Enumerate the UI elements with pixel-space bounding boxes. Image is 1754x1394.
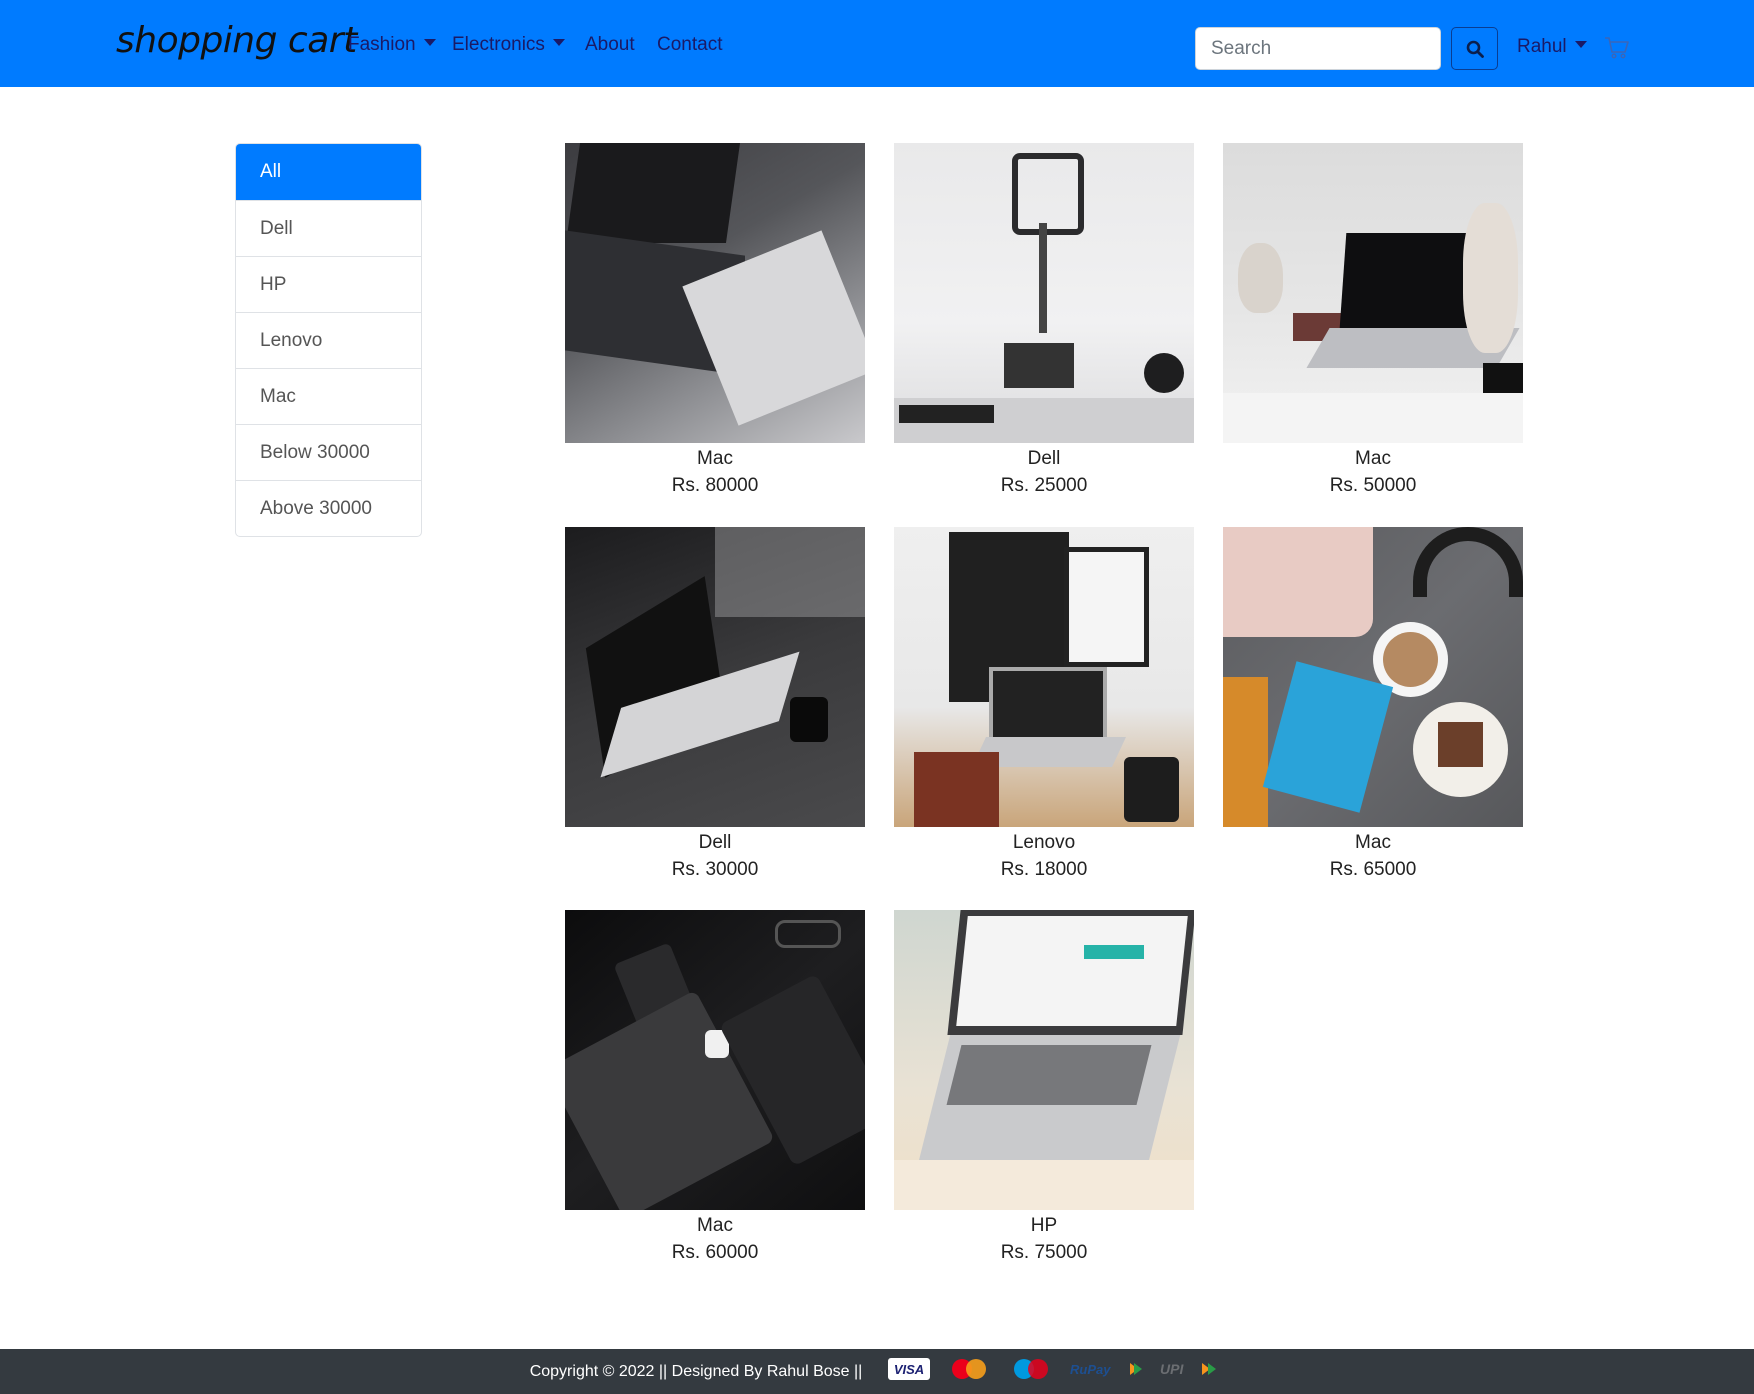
product-image[interactable] — [894, 910, 1194, 1210]
rupay-logo-text: RuPay — [1070, 1362, 1111, 1377]
maestro-logo — [1008, 1358, 1054, 1385]
product-card[interactable]: Mac Rs. 65000 — [1223, 527, 1523, 883]
product-card[interactable]: Dell Rs. 25000 — [894, 143, 1194, 499]
filter-all[interactable]: All — [236, 144, 421, 200]
product-price: Rs. 50000 — [1329, 475, 1417, 496]
top-navbar: shopping cart Fashion Electronics About … — [0, 0, 1754, 87]
product-image[interactable] — [894, 527, 1194, 827]
cart-icon — [1605, 37, 1629, 59]
nav-fashion-label: Fashion — [348, 34, 416, 55]
filter-above-30000[interactable]: Above 30000 — [236, 480, 421, 536]
product-name: Mac — [697, 448, 733, 469]
filter-below-30000[interactable]: Below 30000 — [236, 424, 421, 480]
caret-down-icon — [1574, 41, 1587, 48]
product-price: Rs. 80000 — [671, 475, 759, 496]
product-image[interactable] — [1223, 527, 1523, 827]
rupay-logo: RuPay — [1068, 1358, 1144, 1385]
product-image[interactable] — [565, 527, 865, 827]
brand-logo[interactable]: shopping cart — [116, 20, 357, 61]
product-image[interactable] — [565, 910, 865, 1210]
visa-logo-text: VISA — [894, 1362, 924, 1377]
upi-logo-text: UPI — [1160, 1361, 1184, 1377]
product-name: Mac — [1355, 832, 1391, 853]
product-name: HP — [1030, 1215, 1058, 1236]
product-price: Rs. 65000 — [1329, 859, 1417, 880]
nav-electronics-dropdown[interactable]: Electronics — [452, 34, 565, 56]
product-name: Mac — [1355, 448, 1391, 469]
filter-mac[interactable]: Mac — [236, 368, 421, 424]
caret-down-icon — [423, 39, 436, 46]
product-card[interactable]: Mac Rs. 60000 — [565, 910, 865, 1266]
product-name: Mac — [697, 1215, 733, 1236]
visa-logo: VISA — [888, 1358, 931, 1385]
product-card[interactable]: HP Rs. 75000 — [894, 910, 1194, 1266]
filter-hp[interactable]: HP — [236, 256, 421, 312]
caret-down-icon — [552, 39, 565, 46]
product-image[interactable] — [565, 143, 865, 443]
product-name: Lenovo — [1012, 832, 1076, 853]
product-card[interactable]: Lenovo Rs. 18000 — [894, 527, 1194, 883]
category-filter-list: All Dell HP Lenovo Mac Below 30000 Above… — [235, 143, 422, 537]
product-card[interactable]: Mac Rs. 80000 — [565, 143, 865, 499]
product-name: Dell — [1027, 448, 1061, 469]
search-button[interactable] — [1451, 27, 1498, 70]
product-card[interactable]: Mac Rs. 50000 — [1223, 143, 1523, 499]
cart-button[interactable] — [1604, 36, 1630, 65]
product-price: Rs. 25000 — [1000, 475, 1088, 496]
nav-fashion-dropdown[interactable]: Fashion — [348, 34, 436, 56]
nav-about-link[interactable]: About — [585, 34, 635, 56]
footer-copyright: Copyright © 2022 || Designed By Rahul Bo… — [529, 1362, 863, 1380]
nav-electronics-label: Electronics — [452, 34, 545, 55]
filter-dell[interactable]: Dell — [236, 200, 421, 256]
mastercard-logo — [944, 1358, 994, 1385]
product-price: Rs. 30000 — [671, 859, 759, 880]
product-card[interactable]: Dell Rs. 30000 — [565, 527, 865, 883]
product-image[interactable] — [1223, 143, 1523, 443]
user-menu-dropdown[interactable]: Rahul — [1517, 36, 1587, 58]
search-input[interactable] — [1195, 27, 1441, 70]
product-price: Rs. 18000 — [1000, 859, 1088, 880]
filter-lenovo[interactable]: Lenovo — [236, 312, 421, 368]
nav-contact-link[interactable]: Contact — [657, 34, 722, 56]
search-icon — [1466, 40, 1484, 58]
product-price: Rs. 60000 — [671, 1242, 759, 1263]
product-price: Rs. 75000 — [1000, 1242, 1088, 1263]
product-name: Dell — [698, 832, 732, 853]
upi-logo: UPI — [1158, 1358, 1224, 1385]
user-name: Rahul — [1517, 36, 1567, 57]
footer: Copyright © 2022 || Designed By Rahul Bo… — [0, 1349, 1754, 1394]
product-image[interactable] — [894, 143, 1194, 443]
